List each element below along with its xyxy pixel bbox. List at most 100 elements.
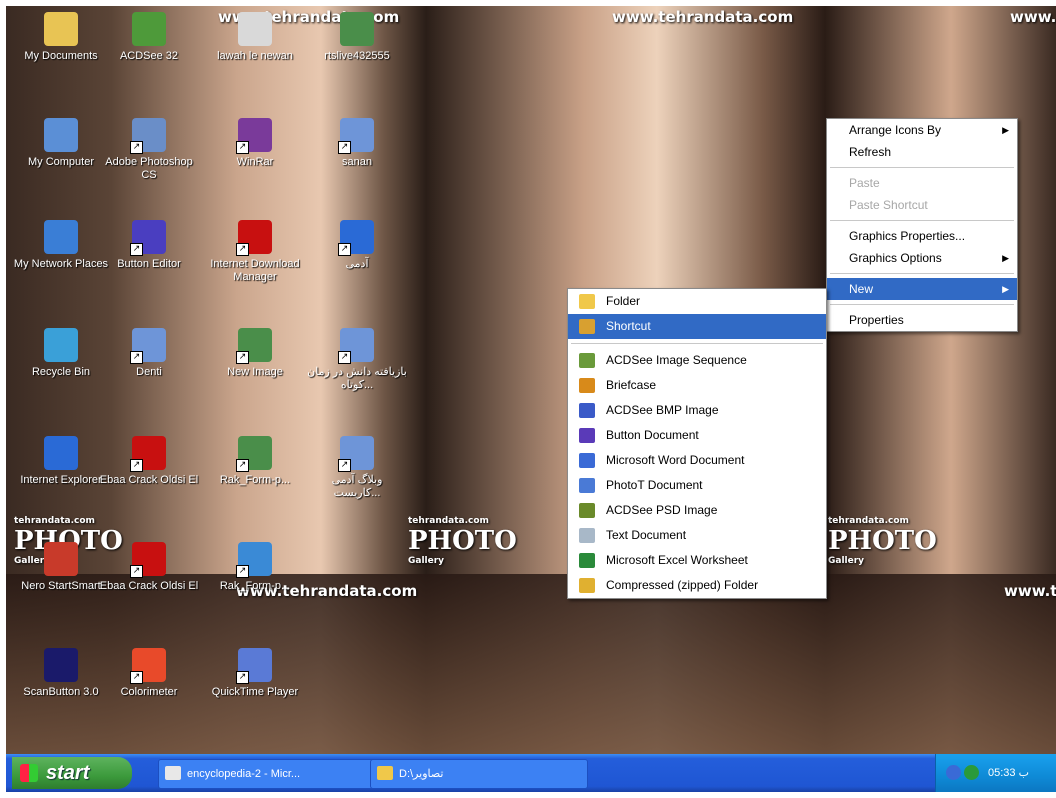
- desktop-icon[interactable]: ACDSee 32: [99, 12, 199, 63]
- desktop-icon[interactable]: ↗ New Image: [205, 328, 305, 379]
- desktop-icon-label: Nero StartSmart: [21, 580, 101, 592]
- security-icon[interactable]: [964, 765, 979, 780]
- desktop-icon-label: بازیافته دانش در زمان کوتاه...: [307, 366, 407, 391]
- menu-item-graphics-options[interactable]: Graphics Options ▶: [827, 247, 1017, 269]
- desktop-icon[interactable]: ↗ Rak_Form-p...: [205, 436, 305, 487]
- menu-item-refresh[interactable]: Refresh: [827, 141, 1017, 163]
- new-item-text-document[interactable]: Text Document: [568, 523, 826, 548]
- desktop-icon[interactable]: ↗ Denti: [99, 328, 199, 379]
- desktop-icon[interactable]: My Network Places: [11, 220, 111, 271]
- folder-icon: [377, 766, 393, 780]
- network-icon[interactable]: [946, 765, 961, 780]
- menu-item-arrange-icons-by[interactable]: Arrange Icons By ▶: [827, 119, 1017, 141]
- menu-item-properties[interactable]: Properties: [827, 309, 1017, 331]
- app-icon: ↗: [236, 648, 272, 684]
- menu-item-label: Microsoft Word Document: [606, 453, 745, 467]
- shortcut-arrow-icon: ↗: [338, 243, 351, 256]
- new-item-compressed-zipped-folder[interactable]: Compressed (zipped) Folder: [568, 573, 826, 598]
- new-item-microsoft-word-document[interactable]: Microsoft Word Document: [568, 448, 826, 473]
- new-submenu: Folder Shortcut ACDSee Image Sequence Brief…: [567, 288, 827, 599]
- shortcut-arrow-icon: ↗: [130, 141, 143, 154]
- menu-item-graphics-properties[interactable]: Graphics Properties...: [827, 225, 1017, 247]
- taskbar-button-encyclopedia[interactable]: encyclopedia-2 - Micr...: [158, 759, 376, 789]
- new-item-briefcase[interactable]: Briefcase: [568, 373, 826, 398]
- desktop-icon[interactable]: ↗ WinRar: [205, 118, 305, 169]
- shortcut-arrow-icon: ↗: [338, 351, 351, 364]
- menu-item-paste: Paste: [827, 172, 1017, 194]
- desktop-icon[interactable]: ↗ Internet Download Manager: [205, 220, 305, 284]
- shortcut-arrow-icon: ↗: [130, 671, 143, 684]
- desktop-icon[interactable]: Recycle Bin: [11, 328, 111, 379]
- desktop-icon-label: New Image: [227, 366, 283, 378]
- shortcut-arrow-icon: ↗: [236, 141, 249, 154]
- taskbar-button-folder[interactable]: D:\تصاویر: [370, 759, 588, 789]
- app-icon: ↗: [236, 118, 272, 154]
- new-item-microsoft-excel-worksheet[interactable]: Microsoft Excel Worksheet: [568, 548, 826, 573]
- watermark: www.tehrandata.com: [612, 8, 794, 26]
- app-icon: ↗: [338, 328, 374, 364]
- start-button[interactable]: start: [12, 757, 132, 789]
- desktop-icon-label: My Network Places: [13, 258, 109, 270]
- desktop-icon[interactable]: lawah le newan: [205, 12, 305, 63]
- file-type-icon: [579, 353, 595, 368]
- desktop-icon[interactable]: rtslive432555: [307, 12, 407, 63]
- desktop-icon-label: My Computer: [27, 156, 95, 168]
- new-item-acdsee-psd-image[interactable]: ACDSee PSD Image: [568, 498, 826, 523]
- new-item-acdsee-bmp-image[interactable]: ACDSee BMP Image: [568, 398, 826, 423]
- desktop-icon[interactable]: My Documents: [11, 12, 111, 63]
- new-item-shortcut[interactable]: Shortcut: [568, 314, 826, 339]
- file-type-icon: [579, 553, 595, 568]
- desktop-icon[interactable]: Internet Explorer: [11, 436, 111, 487]
- app-icon: [44, 328, 78, 362]
- app-icon: ↗: [338, 220, 374, 256]
- desktop-icon-label: ACDSee 32: [119, 50, 179, 62]
- app-icon: [44, 436, 78, 470]
- desktop-icon[interactable]: ↗ Button Editor: [99, 220, 199, 271]
- app-icon: ↗: [236, 328, 272, 364]
- menu-item-label: Arrange Icons By: [849, 123, 942, 137]
- desktop-icon[interactable]: ↗ Ebaa Crack Oldsi El: [99, 436, 199, 487]
- menu-separator: [830, 167, 1014, 168]
- desktop-icon-label: Adobe Photoshop CS: [105, 156, 193, 181]
- new-item-folder[interactable]: Folder: [568, 289, 826, 314]
- desktop-icon[interactable]: ScanButton 3.0: [11, 648, 111, 699]
- desktop-icon[interactable]: ↗ Rak_Form-p...: [205, 542, 305, 593]
- app-icon: ↗: [130, 118, 166, 154]
- desktop-icon[interactable]: ↗ Colorimeter: [99, 648, 199, 699]
- menu-item-paste-shortcut: Paste Shortcut: [827, 194, 1017, 216]
- desktop-icon[interactable]: ↗ بازیافته دانش در زمان کوتاه...: [307, 328, 407, 392]
- desktop-icon-label: Denti: [136, 366, 162, 378]
- desktop-icon-label: sanan: [342, 156, 372, 168]
- clock[interactable]: 05:33 ب: [988, 754, 1029, 792]
- shortcut-arrow-icon: ↗: [236, 671, 249, 684]
- desktop-icon-label: Rak_Form-p...: [219, 580, 291, 592]
- desktop-icon[interactable]: ↗ آدمی: [307, 220, 407, 271]
- menu-item-label: New: [849, 282, 874, 296]
- menu-item-label: Refresh: [849, 145, 892, 159]
- app-icon: [132, 12, 166, 46]
- new-item-acdsee-image-sequence[interactable]: ACDSee Image Sequence: [568, 348, 826, 373]
- desktop-icon[interactable]: ↗ Ebaa Crack Oldsi El: [99, 542, 199, 593]
- file-type-icon: [579, 528, 595, 543]
- desktop-icon[interactable]: Nero StartSmart: [11, 542, 111, 593]
- new-item-photot-document[interactable]: PhotoT Document: [568, 473, 826, 498]
- app-icon: [44, 12, 78, 46]
- menu-item-label: Microsoft Excel Worksheet: [606, 553, 748, 567]
- desktop-icon[interactable]: ↗ Adobe Photoshop CS: [99, 118, 199, 182]
- menu-item-label: Graphics Options: [849, 251, 942, 265]
- app-icon: ↗: [236, 542, 272, 578]
- desktop-icon[interactable]: ↗ QuickTime Player: [205, 648, 305, 699]
- menu-item-label: Folder: [606, 294, 641, 308]
- desktop-icon[interactable]: ↗ sanan: [307, 118, 407, 169]
- app-icon: [340, 12, 374, 46]
- desktop-icon[interactable]: ↗ وبلاگ آدمی کاریست...: [307, 436, 407, 500]
- shortcut-arrow-icon: ↗: [130, 243, 143, 256]
- submenu-arrow-icon: ▶: [1002, 253, 1009, 263]
- new-item-button-document[interactable]: Button Document: [568, 423, 826, 448]
- task-label: encyclopedia-2 - Micr...: [187, 768, 301, 780]
- desktop-icon[interactable]: My Computer: [11, 118, 111, 169]
- menu-item-label: Text Document: [606, 528, 687, 542]
- photo-gallery-logo: tehrandata.com PHOTO Gallery: [828, 516, 937, 566]
- desktop-icon-label: Ebaa Crack Oldsi El: [99, 474, 199, 486]
- menu-item-new[interactable]: New ▶: [827, 278, 1017, 300]
